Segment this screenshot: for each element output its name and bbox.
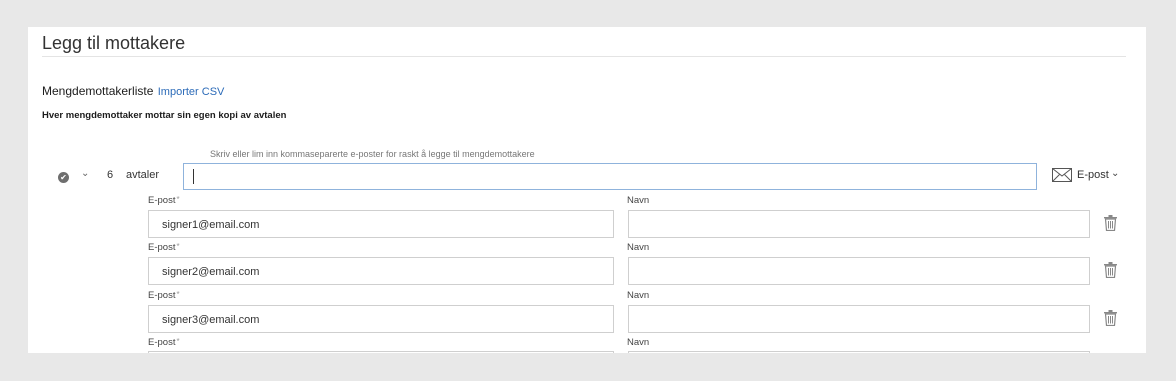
title-divider: [42, 56, 1126, 57]
name-field-label: Navn: [627, 337, 650, 348]
recipient-name-field[interactable]: [628, 257, 1090, 285]
text-cursor: [193, 169, 194, 184]
email-field-label: E-post*: [148, 195, 180, 206]
email-field-label: E-post*: [148, 242, 180, 253]
agreement-count: 6: [107, 169, 114, 181]
add-recipients-panel: Legg til mottakere Mengdemottakerliste I…: [28, 27, 1146, 353]
trash-icon[interactable]: [1104, 215, 1117, 231]
recipient-name-field[interactable]: [628, 351, 1090, 353]
recipient-email-field[interactable]: signer3@email.com: [148, 305, 614, 333]
envelope-icon[interactable]: [1052, 168, 1072, 182]
name-field-label: Navn: [627, 290, 650, 301]
name-field-label: Navn: [627, 195, 650, 206]
page-title: Legg til mottakere: [42, 33, 186, 53]
checkmark-icon: ✔: [58, 172, 69, 183]
expand-chevron-icon[interactable]: ⌄: [81, 168, 89, 179]
recipient-email-field[interactable]: signer2@email.com: [148, 257, 614, 285]
trash-icon[interactable]: [1104, 310, 1117, 326]
recipient-email-field[interactable]: signer1@email.com: [148, 210, 614, 238]
email-field-label: E-post*: [148, 290, 180, 301]
email-field-label: E-post*: [148, 337, 180, 348]
bulk-email-input[interactable]: [183, 163, 1037, 190]
bulk-description: Hver mengdemottaker mottar sin egen kopi…: [42, 110, 287, 121]
bulk-list-header: Mengdemottakerliste Importer CSV: [42, 84, 224, 98]
trash-icon[interactable]: [1104, 262, 1117, 278]
recipient-name-field[interactable]: [628, 305, 1090, 333]
bulk-input-hint: Skriv eller lim inn kommaseparerte e-pos…: [210, 149, 535, 159]
recipient-name-field[interactable]: [628, 210, 1090, 238]
agreement-count-label: avtaler: [126, 169, 160, 181]
import-csv-link[interactable]: Importer CSV: [158, 86, 225, 98]
name-field-label: Navn: [627, 242, 650, 253]
recipient-email-field[interactable]: [148, 351, 614, 353]
bulk-list-label: Mengdemottakerliste: [42, 84, 154, 98]
delivery-chevron-icon[interactable]: ⌄: [1111, 168, 1119, 179]
delivery-method-label[interactable]: E-post: [1077, 169, 1109, 181]
